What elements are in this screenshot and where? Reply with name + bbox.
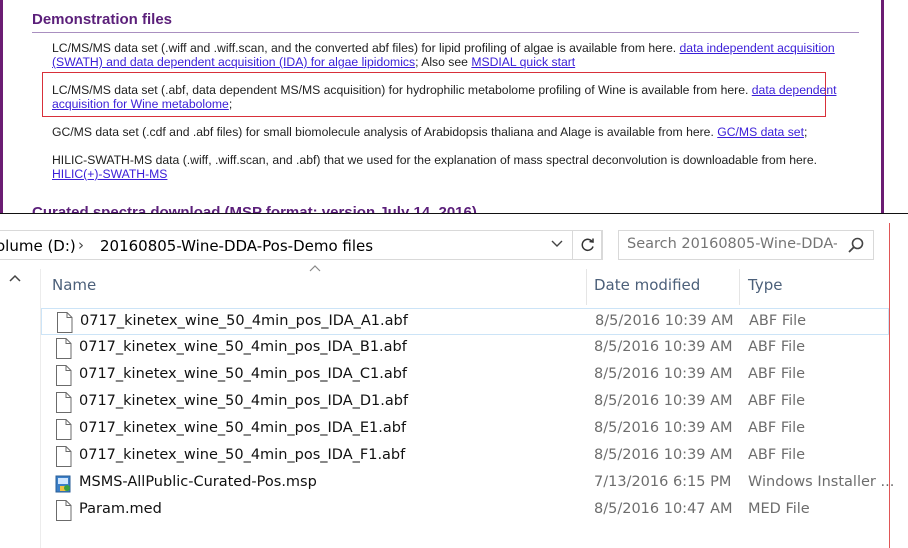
file-row[interactable]: 0717_kinetex_wine_50_4min_pos_IDA_E1.abf… (41, 416, 889, 443)
file-date-modified: 7/13/2016 6:15 PM (594, 474, 732, 490)
paragraph-text: LC/MS/MS data set (.wiff and .wiff.scan,… (52, 41, 680, 55)
file-icon (55, 392, 72, 413)
file-type: Windows Installer ... (748, 474, 895, 490)
section-heading: Demonstration files (32, 11, 173, 28)
search-box[interactable] (618, 230, 874, 260)
file-icon (55, 365, 72, 386)
file-date-modified: 8/5/2016 10:39 AM (594, 366, 733, 382)
paragraph-tail: ; (803, 125, 808, 139)
file-icon (55, 338, 72, 359)
column-divider[interactable] (586, 269, 587, 305)
file-name[interactable]: Param.med (79, 501, 162, 517)
file-row[interactable]: Param.med 8/5/2016 10:47 AM MED File (41, 497, 889, 524)
collapse-up-icon[interactable] (9, 271, 21, 286)
file-date-modified: 8/5/2016 10:39 AM (594, 420, 733, 436)
file-row[interactable]: 0717_kinetex_wine_50_4min_pos_IDA_C1.abf… (41, 362, 889, 389)
file-date-modified: 8/5/2016 10:47 AM (594, 501, 733, 517)
paragraph-text: HILIC-SWATH-MS data (.wiff, .wiff.scan, … (52, 153, 818, 167)
search-input[interactable] (627, 236, 837, 252)
file-type: ABF File (748, 420, 806, 436)
file-date-modified: 8/5/2016 10:39 AM (595, 313, 734, 329)
paragraph-algae: LC/MS/MS data set (.wiff and .wiff.scan,… (52, 41, 842, 69)
paragraph-text: LC/MS/MS data set (.abf, data dependent … (52, 83, 752, 97)
file-date-modified: 8/5/2016 10:39 AM (594, 393, 733, 409)
column-header-date[interactable]: Date modified (594, 269, 700, 305)
file-name[interactable]: 0717_kinetex_wine_50_4min_pos_IDA_F1.abf (79, 447, 405, 463)
file-date-modified: 8/5/2016 10:39 AM (594, 447, 733, 463)
file-type: ABF File (749, 313, 807, 329)
column-header-type[interactable]: Type (748, 269, 782, 305)
address-dropdown-icon[interactable] (551, 238, 563, 253)
address-folder[interactable]: 20160805-Wine-DDA-Pos-Demo files (100, 237, 373, 255)
heading-rule (32, 32, 859, 33)
column-header-name[interactable]: Name (52, 269, 96, 305)
file-icon (55, 419, 72, 440)
paragraph-wine: LC/MS/MS data set (.abf, data dependent … (52, 83, 842, 111)
file-type: MED File (748, 501, 810, 517)
paragraph-tail: ; (228, 97, 233, 111)
web-content-frame: Demonstration files LC/MS/MS data set (.… (0, 0, 884, 214)
msdial-quick-start-link[interactable]: MSDIAL quick start (471, 55, 575, 69)
file-row[interactable]: 0717_kinetex_wine_50_4min_pos_IDA_F1.abf… (41, 443, 889, 470)
file-date-modified: 8/5/2016 10:39 AM (594, 339, 733, 355)
file-type: ABF File (748, 447, 806, 463)
navigation-pane[interactable] (0, 269, 41, 548)
file-row[interactable]: 0717_kinetex_wine_50_4min_pos_IDA_D1.abf… (41, 389, 889, 416)
column-divider[interactable] (739, 269, 740, 305)
search-icon[interactable] (847, 236, 865, 254)
file-icon (55, 446, 72, 467)
file-name[interactable]: MSMS-AllPublic-Curated-Pos.msp (79, 474, 317, 490)
file-icon (56, 312, 73, 333)
file-name[interactable]: 0717_kinetex_wine_50_4min_pos_IDA_E1.abf (79, 420, 406, 436)
file-name[interactable]: 0717_kinetex_wine_50_4min_pos_IDA_D1.abf (79, 393, 408, 409)
breadcrumb-chevron-icon[interactable]: › (78, 236, 84, 254)
file-explorer-window: olume (D:) › 20160805-Wine-DDA-Pos-Demo … (0, 215, 908, 548)
address-drive[interactable]: olume (D:) (0, 237, 76, 255)
paragraph-text: GC/MS data set (.cdf and .abf files) for… (52, 125, 718, 139)
refresh-icon (581, 238, 594, 252)
web-page-panel: Demonstration files LC/MS/MS data set (.… (0, 0, 908, 214)
file-type: ABF File (748, 366, 806, 382)
paragraph-hilic: HILIC-SWATH-MS data (.wiff, .wiff.scan, … (52, 153, 842, 181)
file-row[interactable]: 0717_kinetex_wine_50_4min_pos_IDA_A1.abf… (41, 308, 889, 335)
paragraph-tail: ; Also see (415, 55, 472, 69)
installer-icon (55, 473, 72, 494)
column-headers: Name Date modified Type (41, 269, 891, 305)
gcms-data-set-link[interactable]: GC/MS data set (717, 125, 804, 139)
address-bar[interactable]: olume (D:) › 20160805-Wine-DDA-Pos-Demo … (0, 230, 602, 260)
hilic-swath-ms-link[interactable]: HILIC(+)-SWATH-MS (52, 167, 167, 181)
paragraph-gcms: GC/MS data set (.cdf and .abf files) for… (52, 125, 842, 139)
file-type: ABF File (748, 393, 806, 409)
file-type: ABF File (748, 339, 806, 355)
panel-divider (0, 213, 908, 214)
file-name[interactable]: 0717_kinetex_wine_50_4min_pos_IDA_C1.abf (79, 366, 407, 382)
refresh-button[interactable] (572, 230, 603, 260)
file-name[interactable]: 0717_kinetex_wine_50_4min_pos_IDA_B1.abf (79, 339, 407, 355)
file-icon (55, 500, 72, 521)
file-row[interactable]: MSMS-AllPublic-Curated-Pos.msp 7/13/2016 … (41, 470, 894, 497)
file-row[interactable]: 0717_kinetex_wine_50_4min_pos_IDA_B1.abf… (41, 335, 889, 362)
file-name[interactable]: 0717_kinetex_wine_50_4min_pos_IDA_A1.abf (80, 313, 408, 329)
